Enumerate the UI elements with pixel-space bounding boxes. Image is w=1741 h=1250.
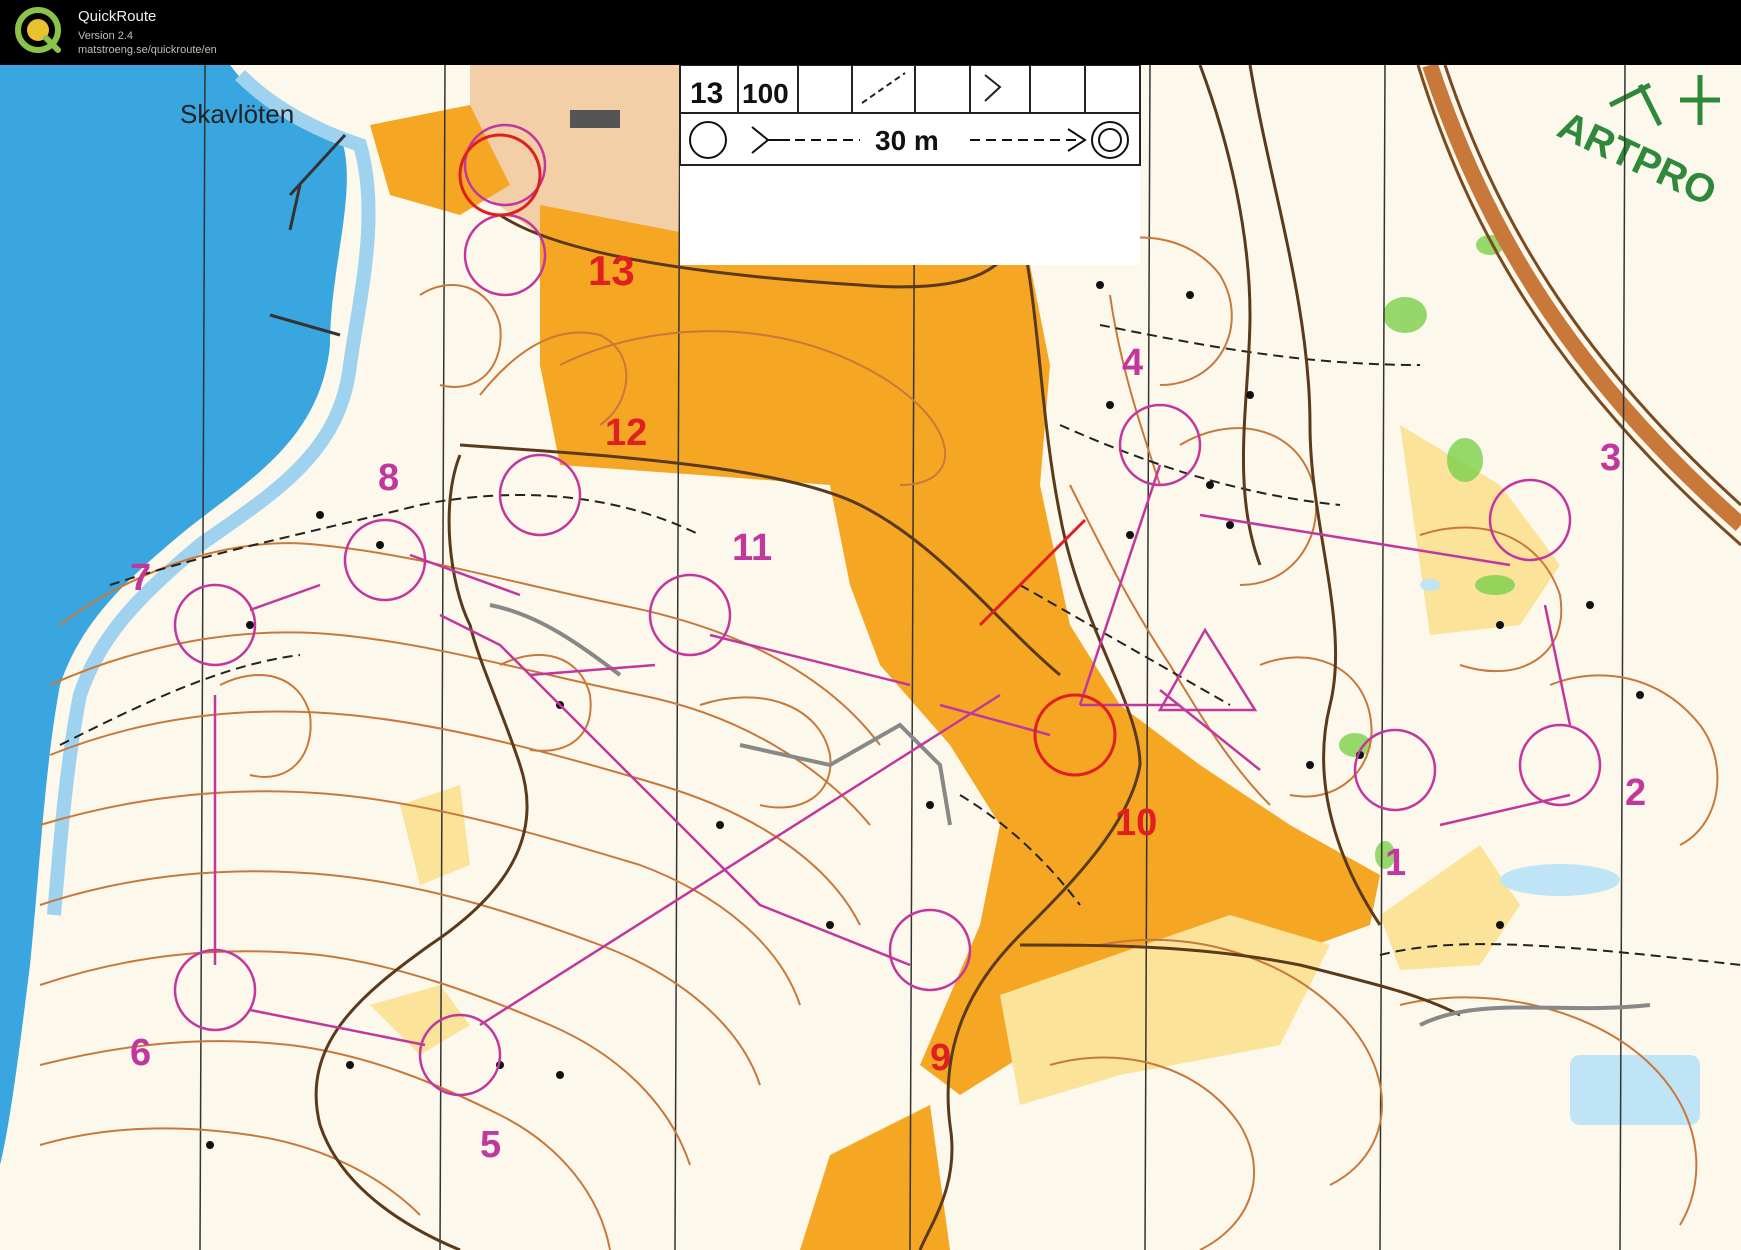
control-label-3: 3 — [1600, 437, 1621, 479]
legend-distance: 30 m — [875, 125, 939, 156]
orienteering-map[interactable]: ARTPRO 1 2 3 4 5 6 7 8 9 10 11 12 13 Ska… — [0, 65, 1741, 1250]
map-canvas[interactable]: ARTPRO 1 2 3 4 5 6 7 8 9 10 11 12 13 Ska… — [0, 65, 1741, 1250]
legend-course-number: 13 — [690, 77, 723, 110]
control-label-11: 11 — [732, 527, 772, 569]
control-label-2: 2 — [1625, 772, 1646, 814]
control-label-9: 9 — [930, 1037, 951, 1079]
control-label-6: 6 — [130, 1032, 151, 1074]
app-title: QuickRoute — [78, 8, 157, 25]
control-label-10: 10 — [1115, 802, 1157, 844]
legend-climb: 100 — [742, 78, 789, 109]
place-name: Skavlöten — [180, 99, 294, 129]
app-version: Version 2.4 — [78, 30, 134, 42]
title-bar: QuickRoute Version 2.4 matstroeng.se/qui… — [0, 0, 1741, 65]
building — [570, 110, 620, 128]
control-label-1: 1 — [1385, 842, 1406, 884]
app-url[interactable]: matstroeng.se/quickroute/en — [78, 44, 217, 56]
control-label-4: 4 — [1122, 342, 1143, 384]
control-label-7: 7 — [130, 557, 151, 599]
quickroute-logo-icon — [15, 7, 61, 53]
control-label-13: 13 — [588, 247, 635, 294]
control-label-5: 5 — [480, 1124, 501, 1166]
course-legend: 13 100 30 m — [679, 65, 1141, 265]
control-label-12: 12 — [605, 412, 647, 454]
control-label-8: 8 — [378, 457, 399, 499]
